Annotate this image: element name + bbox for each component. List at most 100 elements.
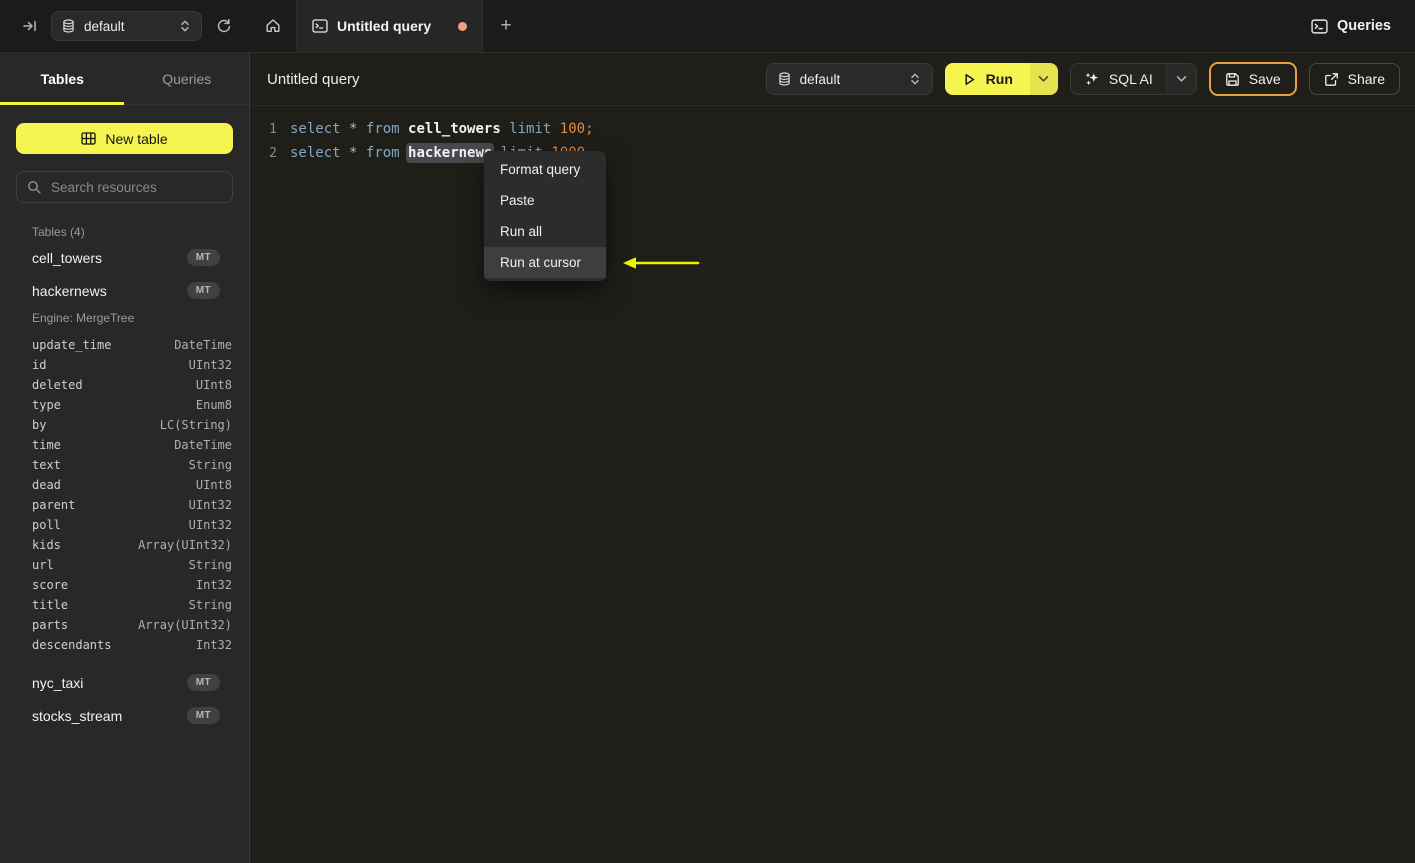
line-number: 2	[269, 145, 277, 161]
column-row: text String	[0, 455, 249, 475]
sql-ai-options-button[interactable]	[1165, 64, 1196, 94]
sidebar-tab-queries[interactable]: Queries	[125, 53, 250, 104]
column-type: UInt8	[195, 378, 232, 392]
context-menu: Format query Paste Run all Run at cursor	[484, 151, 606, 281]
column-type: DateTime	[174, 438, 232, 452]
column-name: poll	[32, 518, 61, 532]
column-name: update_time	[32, 338, 112, 352]
collapse-sidebar-button[interactable]	[23, 19, 37, 33]
updown-caret-icon	[179, 19, 191, 33]
column-row: by LC(String)	[0, 415, 249, 435]
page-title: Untitled query	[267, 70, 360, 88]
column-name: parts	[32, 618, 69, 632]
topbar: default Untitled query + Queries	[0, 0, 1415, 53]
column-row: id UInt32	[0, 355, 249, 375]
share-button[interactable]: Share	[1308, 63, 1400, 95]
editor-actions: default Run SQL AI Save Share	[765, 62, 1400, 96]
chevron-down-icon	[1038, 75, 1049, 83]
tab-untitled-query[interactable]: Untitled query	[297, 0, 483, 52]
column-type: DateTime	[174, 338, 232, 352]
code-token: hackernews	[408, 145, 493, 161]
search-input[interactable]	[49, 178, 230, 196]
table-row-hackernews[interactable]: hackernews MT	[0, 274, 249, 307]
column-name: kids	[32, 538, 61, 552]
column-type: Enum8	[195, 398, 232, 412]
menu-item-format-query[interactable]: Format query	[484, 154, 606, 185]
column-row: update_time DateTime	[0, 335, 249, 355]
column-row: parts Array(UInt32)	[0, 615, 249, 635]
topbar-database-selector[interactable]: default	[51, 11, 202, 41]
column-row: title String	[0, 595, 249, 615]
new-table-label: New table	[105, 130, 168, 147]
column-row: parent UInt32	[0, 495, 249, 515]
column-type: UInt8	[195, 478, 232, 492]
home-tab[interactable]	[250, 0, 297, 52]
column-row: type Enum8	[0, 395, 249, 415]
sidebar-tab-tables[interactable]: Tables	[0, 53, 125, 104]
engine-badge: MT	[186, 282, 220, 299]
column-row: time DateTime	[0, 435, 249, 455]
column-type: Int32	[195, 638, 232, 652]
column-type: LC(String)	[159, 418, 232, 432]
run-button[interactable]: Run	[944, 63, 1030, 95]
menu-item-run-all[interactable]: Run all	[484, 216, 606, 247]
table-row-cell_towers[interactable]: cell_towers MT	[0, 241, 249, 274]
terminal-icon	[312, 19, 328, 33]
code-editor[interactable]: 1 select * from cell_towers limit 100; 2 se…	[250, 106, 1415, 165]
column-name: score	[32, 578, 69, 592]
chevron-down-icon	[1176, 75, 1187, 83]
search-resources-box[interactable]	[16, 171, 233, 203]
annotation-arrow	[622, 255, 700, 271]
menu-item-paste[interactable]: Paste	[484, 185, 606, 216]
column-type: UInt32	[188, 518, 232, 532]
column-row: deleted UInt8	[0, 375, 249, 395]
tab-bar: Untitled query +	[250, 0, 529, 52]
queries-button[interactable]: Queries	[1311, 18, 1391, 34]
run-label: Run	[985, 71, 1013, 87]
column-type: String	[188, 558, 232, 572]
table-row-stocks_stream[interactable]: stocks_stream MT	[0, 699, 249, 732]
line-number: 1	[269, 121, 277, 137]
column-row: score Int32	[0, 575, 249, 595]
editor-database-selector[interactable]: default	[765, 63, 933, 95]
home-icon	[265, 18, 281, 34]
save-label: Save	[1248, 71, 1281, 87]
run-options-button[interactable]	[1029, 63, 1058, 95]
code-token: select	[290, 121, 341, 137]
refresh-button[interactable]	[216, 18, 232, 34]
terminal-icon	[1311, 18, 1328, 34]
new-tab-button[interactable]: +	[483, 0, 529, 52]
code-token: from	[365, 121, 400, 137]
sql-ai-button[interactable]: SQL AI	[1071, 71, 1166, 87]
save-button[interactable]: Save	[1208, 62, 1297, 96]
column-row: dead UInt8	[0, 475, 249, 495]
engine-badge: MT	[186, 249, 220, 266]
column-name: title	[32, 598, 69, 612]
column-row: kids Array(UInt32)	[0, 535, 249, 555]
new-table-button[interactable]: New table	[16, 123, 233, 154]
unsaved-dot	[458, 21, 467, 31]
column-name: time	[32, 438, 61, 452]
share-external-icon	[1324, 72, 1339, 87]
run-button-group: Run	[944, 63, 1058, 95]
sparkles-icon	[1084, 71, 1100, 87]
column-name: type	[32, 398, 61, 412]
table-name: hackernews	[32, 282, 107, 299]
column-name: url	[32, 558, 54, 572]
table-row-nyc_taxi[interactable]: nyc_taxi MT	[0, 666, 249, 699]
table-name: nyc_taxi	[32, 674, 84, 691]
column-type: UInt32	[188, 498, 232, 512]
play-icon	[962, 72, 977, 87]
column-name: parent	[32, 498, 76, 512]
updown-caret-icon	[909, 72, 921, 86]
tab-title: Untitled query	[337, 18, 432, 34]
column-name: text	[32, 458, 61, 472]
menu-item-run-at-cursor[interactable]: Run at cursor	[484, 247, 606, 278]
